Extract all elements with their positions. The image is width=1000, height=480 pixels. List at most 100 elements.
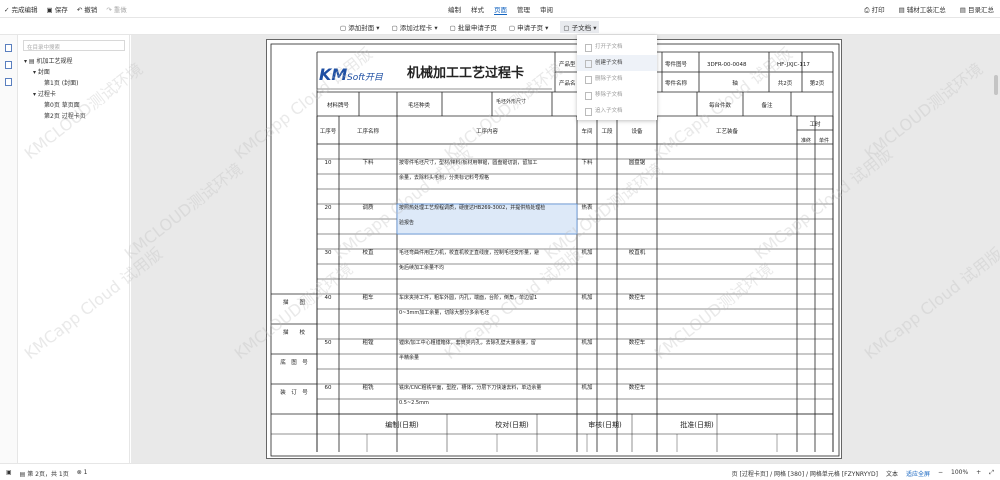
- subdocument-label: 子文档: [571, 24, 592, 32]
- batch-subpage-button[interactable]: ▢ 批量申请子页: [450, 22, 497, 33]
- footer-sign-label: 批准(日期): [680, 420, 714, 429]
- op-seq: 10: [325, 160, 332, 166]
- op-equipment: 圆盘锯: [629, 158, 646, 166]
- page-indicator-label: 第 2页，共 1页: [27, 471, 69, 478]
- blank-size-label: 毛坯外形尺寸: [496, 98, 526, 105]
- save-button[interactable]: ▣ 保存: [47, 4, 68, 14]
- op-content-line1: 镗床/加工中心粗镗箱体，套筒类内孔，去除孔壁大量余量，留: [399, 339, 536, 346]
- error-count: ⊗ 1: [76, 469, 88, 476]
- menu-item-delete-subdoc[interactable]: 删除子文档: [577, 71, 657, 87]
- catalog-icon[interactable]: [5, 44, 12, 52]
- done-button[interactable]: ✓ 完成编辑: [4, 4, 38, 14]
- header-equipment: 设备: [631, 127, 643, 135]
- fit-screen-button[interactable]: 适应全屏: [906, 469, 930, 478]
- page-indicator: ▤ 第 2页，共 1页: [19, 471, 69, 478]
- op-name: 调质: [362, 203, 374, 211]
- op-content-line1: 毛坯弯曲件用压力机，校直机校正直线度，控制毛坯变形量，避: [399, 249, 539, 256]
- add-process-card-button[interactable]: ▢ 添加过程卡 ▾: [392, 22, 438, 33]
- error-count-label: 1: [83, 469, 88, 476]
- tree-item-label: 过程卡: [37, 91, 56, 98]
- app-window: ✓ 完成编辑 ▣ 保存 ↶ 撤销 ↷ 重做 编制 样式 页面 管理 审阅 ⎙ 打…: [0, 0, 1000, 480]
- catalog-summary-button[interactable]: ▤ 目录汇总: [960, 4, 994, 15]
- vertical-scrollbar[interactable]: [994, 75, 998, 95]
- aux-summary-button[interactable]: ▤ 辅材工装汇总: [899, 4, 946, 15]
- op-content-line2: 验报告: [399, 219, 414, 226]
- op-equipment: 数控车: [629, 383, 646, 391]
- catalog-tree: ▾ ▤ 机加工艺规程 ▾ 封面 第1页 (封面) ▾ 过程卡 第0页 草页面 第…: [24, 56, 86, 122]
- op-seq: 50: [325, 340, 332, 346]
- document-icon[interactable]: [5, 78, 12, 86]
- part-name-value: 轴: [732, 79, 738, 87]
- op-shop: 热表: [581, 203, 593, 211]
- catalog-summary-label: 目录汇总: [968, 6, 994, 14]
- status-bar: ▣ ▤ 第 2页，共 1页 ⊗ 1 页 [过程卡页] / 网格 [380] / …: [0, 463, 1000, 480]
- tree-item[interactable]: 第2页 过程卡页: [24, 111, 86, 122]
- menu-item-insert-subdoc[interactable]: 追入子文档: [577, 103, 657, 119]
- add-process-card-label: 添加过程卡: [399, 24, 433, 32]
- subdocument-button[interactable]: ▢ 子文档 ▾: [560, 21, 600, 33]
- catalog-search-input[interactable]: 在目录中搜索: [23, 40, 125, 51]
- op-content-line1: 铣床/CNC粗铣平面，型腔，槽体，分层下刀快速去料，单边余量: [399, 384, 541, 391]
- request-subpage-button[interactable]: ▢ 申请子页 ▾: [509, 22, 549, 33]
- save-label: 保存: [54, 6, 68, 14]
- zoom-in-button[interactable]: +: [976, 469, 981, 478]
- tree-item-label: 第2页 过程卡页: [44, 113, 86, 120]
- zoom-level: 100%: [951, 469, 969, 476]
- tree-item[interactable]: ▾ 过程卡: [24, 89, 86, 100]
- op-content-line2: 0.5~2.5mm: [399, 400, 429, 406]
- print-label: 打印: [871, 6, 885, 14]
- tree-item[interactable]: 第1页 (封面): [24, 78, 86, 89]
- tab-manage[interactable]: 管理: [517, 4, 530, 15]
- zoom-out-button[interactable]: −: [938, 469, 943, 478]
- undo-button[interactable]: ↶ 撤销: [77, 4, 98, 14]
- page-icon[interactable]: [5, 61, 12, 69]
- outer-frame: [270, 43, 840, 457]
- header-tooling: 工艺装备: [716, 127, 739, 135]
- tab-compile[interactable]: 编制: [448, 4, 461, 15]
- tab-review[interactable]: 审阅: [540, 4, 553, 15]
- aux-summary-label: 辅材工装汇总: [906, 6, 946, 14]
- text-mode: 文本: [885, 471, 898, 478]
- op-equipment: 数控车: [629, 293, 646, 301]
- print-button[interactable]: ⎙ 打印: [864, 4, 884, 15]
- footer-sign-label: 审核(日期): [588, 420, 622, 429]
- blank-type-label: 毛坯种类: [408, 101, 431, 109]
- op-content-line2: 余量，去除料头毛刺，分类标记料号规格: [399, 174, 489, 181]
- left-sign-label: 描 校: [283, 328, 306, 336]
- op-shop: 下料: [581, 158, 593, 166]
- cell-info: 页 [过程卡页] / 网格 [380] / 网格单元格 [FZYNRYYD]: [731, 471, 878, 478]
- fullscreen-icon[interactable]: ⤢: [989, 469, 994, 478]
- top-toolbar: ✓ 完成编辑 ▣ 保存 ↶ 撤销 ↷ 重做 编制 样式 页面 管理 审阅 ⎙ 打…: [0, 0, 1000, 18]
- tab-style[interactable]: 样式: [471, 4, 484, 15]
- add-cover-button[interactable]: ▢ 添加封面 ▾: [340, 22, 380, 33]
- tree-item[interactable]: 第0页 草页面: [24, 100, 86, 111]
- op-content-line1: 按零件毛坯尺寸，型材/棒料/板材用带锯，圆盘锯切割，留加工: [399, 159, 537, 166]
- op-name: 粗铣: [362, 383, 374, 391]
- process-card-table: KM Soft开目 机械加工工艺过程卡 产品型产品名 零件图号 3DFR-00-0048 H…: [270, 43, 840, 457]
- op-seq: 60: [325, 385, 332, 391]
- redo-button[interactable]: ↷ 重做: [106, 4, 127, 14]
- tree-item[interactable]: ▾ 封面: [24, 67, 86, 78]
- page-view-icon[interactable]: ▣: [6, 469, 12, 478]
- card-title: 机械加工工艺过程卡: [407, 65, 524, 81]
- tree-item-label: 第0页 草页面: [44, 102, 80, 109]
- tab-page[interactable]: 页面: [494, 4, 507, 15]
- editor-canvas: KM Soft开目 机械加工工艺过程卡 产品型 产品名 零件图号 3DFR-00-0048 H…: [131, 35, 1000, 463]
- total-pages: 共2页: [778, 79, 793, 87]
- part-code-value: HF-JXJC-117: [777, 62, 810, 68]
- header-prep: 准终: [801, 137, 811, 144]
- tree-item-label: 封面: [37, 69, 50, 76]
- part-no-value: 3DFR-00-0048: [707, 62, 747, 68]
- logo-soft: Soft开目: [347, 73, 384, 83]
- menu-item-remove-subdoc[interactable]: 移除子文档: [577, 87, 657, 103]
- tree-item[interactable]: ▾ ▤ 机加工艺规程: [24, 56, 86, 67]
- subdocument-menu: 打开子文档 创建子文档 删除子文档 移除子文档 追入子文档: [577, 35, 657, 120]
- menu-item-open-subdoc[interactable]: 打开子文档: [577, 39, 657, 55]
- op-name: 校直: [362, 248, 374, 256]
- left-rail: [0, 35, 18, 463]
- op-seq: 40: [325, 295, 332, 301]
- op-name: 粗镗: [362, 338, 374, 346]
- menu-item-create-subdoc[interactable]: 创建子文档: [577, 55, 657, 71]
- op-content-line2: 0~3mm加工余量，切除大部分多余毛坯: [399, 309, 489, 316]
- process-card-page[interactable]: KM Soft开目 机械加工工艺过程卡 产品型 产品名 零件图号 3DFR-00-0048 H…: [266, 39, 842, 459]
